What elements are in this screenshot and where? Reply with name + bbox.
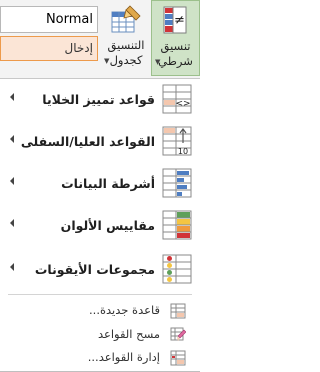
menu-item-label: قاعدة جديدة... [89, 303, 160, 317]
submenu-arrow-icon [10, 177, 14, 185]
top-bottom-rules-icon: 10 [162, 126, 192, 156]
conditional-formatting-dropdown: Normal إدخال التنسيق كجدول ▼ ≠ تنسيق شرط… [0, 0, 200, 372]
format-as-table-label-line1: التنسيق [107, 38, 145, 52]
format-as-table-button[interactable]: التنسيق كجدول ▼ [102, 0, 150, 76]
color-scales-icon [162, 210, 192, 240]
menu-item-manage-rules[interactable]: إدارة القواعد... [0, 347, 200, 369]
conditional-formatting-button[interactable]: ≠ تنسيق شرطي ▼ [151, 0, 200, 76]
menu-item-clear-rules[interactable]: مسح القواعد [0, 324, 200, 346]
menu-item-label: إدارة القواعد... [87, 350, 160, 364]
menu-item-new-rule[interactable]: قاعدة جديدة... [0, 300, 200, 322]
submenu-arrow-icon [10, 93, 14, 101]
format-as-table-caret-icon: ▼ [104, 57, 110, 65]
menu-item-top-bottom-rules[interactable]: القواعد العليا/السفلى 10 [0, 121, 200, 163]
svg-text:≠: ≠ [174, 13, 185, 28]
icon-sets-icon [162, 254, 192, 284]
format-as-table-label-line2: كجدول [109, 53, 143, 67]
menu-item-icon-sets[interactable]: مجموعات الأيقونات [0, 249, 200, 291]
manage-rules-icon [170, 350, 186, 366]
menu-item-label: القواعد العليا/السفلى [20, 134, 155, 149]
menu-item-label: قواعد تمييز الخلايا [42, 92, 155, 107]
submenu-arrow-icon [10, 219, 14, 227]
cell-style-input[interactable]: إدخال [0, 36, 98, 61]
highlight-cells-rules-icon: <> [162, 84, 192, 114]
menu-item-data-bars[interactable]: أشرطة البيانات [0, 163, 200, 205]
menu-item-label: مقاييس الألوان [60, 218, 155, 233]
conditional-formatting-label-line1: تنسيق [160, 39, 191, 53]
menu-item-highlight-cells-rules[interactable]: قواعد تمييز الخلايا <> [0, 79, 200, 121]
cell-style-normal[interactable]: Normal [0, 6, 98, 33]
submenu-arrow-icon [10, 135, 14, 143]
clear-rules-icon [170, 327, 186, 341]
conditional-formatting-caret-icon: ▼ [155, 58, 161, 66]
data-bars-icon [162, 168, 192, 198]
ribbon-styles-group: Normal إدخال التنسيق كجدول ▼ ≠ تنسيق شرط… [0, 0, 200, 78]
menu-item-label: أشرطة البيانات [61, 176, 155, 191]
menu-item-label: مجموعات الأيقونات [34, 262, 155, 277]
format-as-table-icon [111, 5, 141, 33]
menu-item-color-scales[interactable]: مقاييس الألوان [0, 205, 200, 247]
conditional-formatting-icon: ≠ [163, 6, 187, 34]
menu-divider [8, 294, 192, 295]
svg-text:10: 10 [178, 147, 188, 156]
menu-item-label: مسح القواعد [97, 327, 160, 341]
new-rule-icon [170, 303, 186, 319]
submenu-arrow-icon [10, 263, 14, 271]
svg-text:<>: <> [175, 99, 190, 109]
